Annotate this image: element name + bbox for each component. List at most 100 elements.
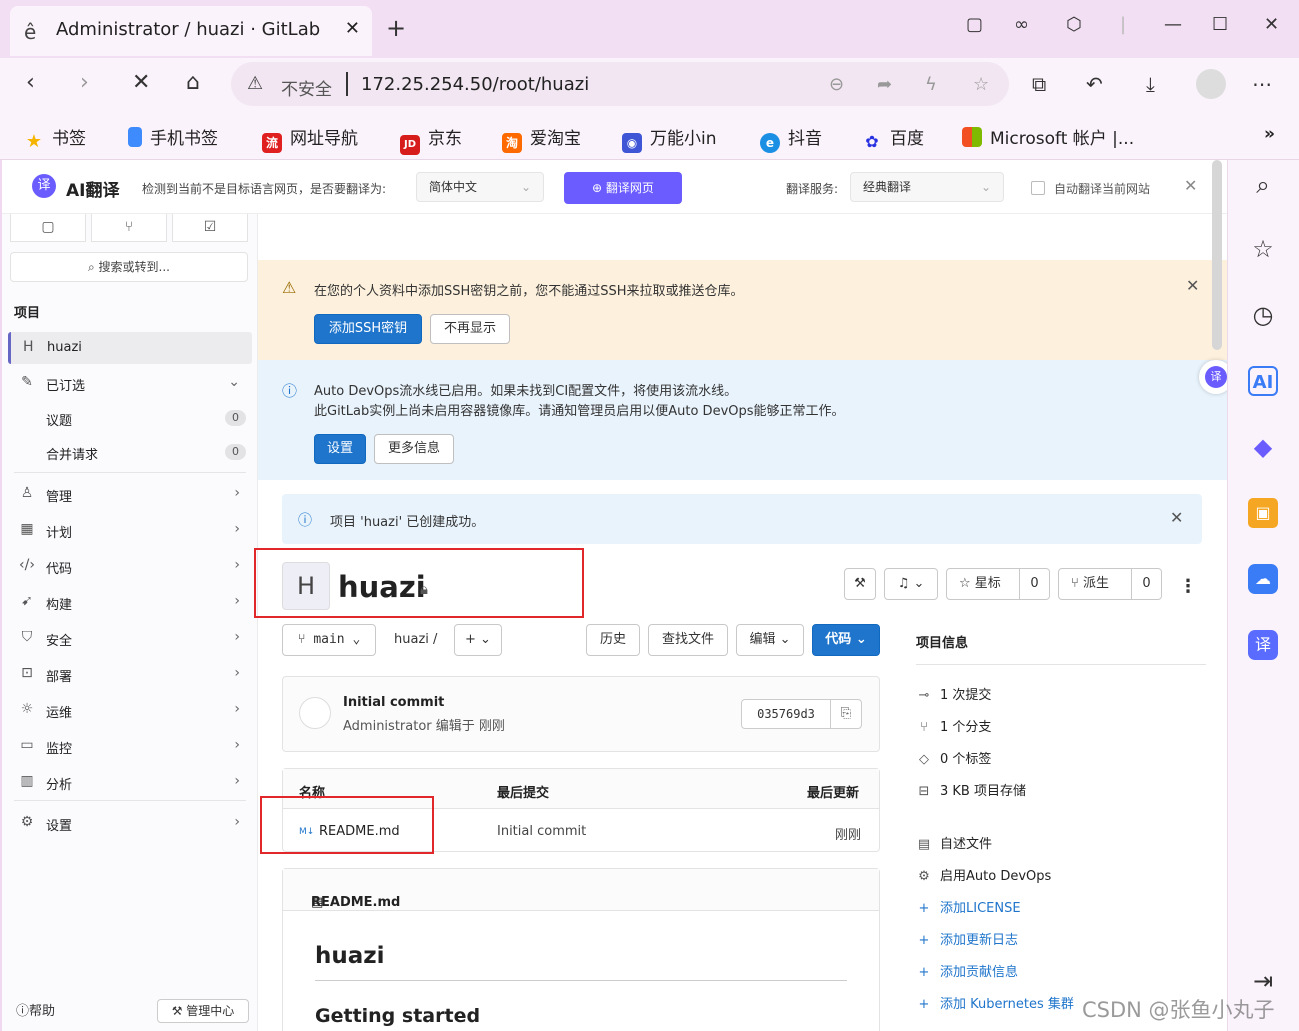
sidebar-item-pinned[interactable]: ✎ 已订选 ⌄ (2, 369, 258, 397)
commit-title[interactable]: Initial commit (343, 695, 444, 710)
settings-wrench-button[interactable]: ⚒ (844, 568, 876, 600)
bookmark-star-icon[interactable]: ☆ (973, 74, 989, 95)
undo-icon[interactable]: ↶ (1086, 72, 1103, 96)
service-select[interactable]: 经典翻译 ⌄ (850, 172, 1004, 202)
browser-tab[interactable]: ê Administrator / huazi · GitLab ✕ (10, 6, 372, 56)
add-license-link[interactable]: + 添加LICENSE (916, 897, 1021, 916)
favorites-star-icon[interactable]: ☆ (1248, 234, 1278, 264)
sidebar-item-manage[interactable]: ♙ 管理 › (2, 480, 258, 508)
todo-shortcut-icon[interactable]: ☑ (172, 214, 248, 242)
address-bar[interactable]: ⚠ 不安全 172.25.254.50/root/huazi ⊖ ➦ ϟ ☆ (231, 62, 1009, 106)
admin-area-button[interactable]: ⚒ 管理中心 (157, 999, 249, 1023)
history-clock-icon[interactable]: ◷ (1248, 300, 1278, 330)
sidebar-item-merge-requests[interactable]: 合并请求 0 (2, 438, 258, 466)
code-button[interactable]: 代码 ⌄ (812, 624, 880, 656)
history-button[interactable]: 历史 (586, 624, 640, 656)
commits-stat[interactable]: ⊸ 1 次提交 (916, 684, 992, 703)
dont-show-again-button[interactable]: 不再显示 (430, 314, 510, 344)
search-icon[interactable]: ⌕ (1248, 170, 1278, 200)
toolbox-icon[interactable]: ▣ (1248, 498, 1278, 528)
sidebar-item-secure[interactable]: ⛉ 安全 › (2, 624, 258, 652)
storage-stat[interactable]: ⊟ 3 KB 项目存储 (916, 780, 1026, 799)
add-changelog-link[interactable]: + 添加更新日志 (916, 929, 1018, 948)
zoom-icon[interactable]: ⊖ (829, 74, 844, 95)
bookmark-item[interactable]: ★ 书签 (24, 124, 86, 152)
translate-icon[interactable]: 译 (1248, 630, 1278, 660)
devops-settings-button[interactable]: 设置 (314, 434, 366, 464)
extension-icon[interactable]: ⧉ (1032, 72, 1046, 96)
sidebar-item-issues[interactable]: 议题 0 (2, 404, 258, 432)
home-icon[interactable]: ⌂ (186, 70, 200, 95)
extensions-icon[interactable]: ⬡ (1066, 14, 1082, 35)
add-ssh-key-button[interactable]: 添加SSH密钥 (314, 314, 422, 344)
copy-icon[interactable]: ⎘ (830, 699, 862, 729)
close-window-icon[interactable]: ✕ (1264, 14, 1279, 35)
new-tab-icon[interactable]: + (386, 14, 406, 42)
auto-translate-checkbox[interactable] (1031, 181, 1045, 195)
issues-shortcut-icon[interactable]: ▢ (10, 214, 86, 242)
commit-sha[interactable]: 035769d3 (741, 699, 831, 729)
edit-button[interactable]: 编辑 ⌄ (736, 624, 804, 656)
close-icon[interactable]: ✕ (1170, 508, 1183, 527)
close-icon[interactable]: ✕ (1186, 276, 1199, 295)
translate-page-button[interactable]: ⊕ 翻译网页 (564, 172, 682, 204)
enable-auto-devops-link[interactable]: ⚙ 启用Auto DevOps (916, 865, 1051, 884)
find-file-button[interactable]: 查找文件 (648, 624, 728, 656)
scrollbar[interactable] (1212, 160, 1222, 350)
sidebar-item-analyze[interactable]: ▥ 分析 › (2, 768, 258, 796)
more-bookmarks-icon[interactable]: » (1264, 124, 1275, 144)
close-tab-icon[interactable]: ✕ (345, 18, 360, 39)
fork-button[interactable]: ⑂ 派生 0 (1058, 568, 1162, 600)
game-controller-icon[interactable]: ◆ (1248, 432, 1278, 462)
bookmark-item[interactable]: Microsoft 帐户 |... (962, 124, 1134, 149)
sidebar-item-settings[interactable]: ⚙ 设置 › (2, 809, 258, 837)
notification-button[interactable]: ♫ ⌄ (884, 568, 938, 600)
ai-icon[interactable]: AI (1248, 366, 1278, 396)
avatar[interactable] (1196, 69, 1226, 99)
merge-requests-shortcut-icon[interactable]: ⑂ (91, 214, 167, 242)
bookmark-item[interactable]: e 抖音 (760, 124, 822, 153)
bookmark-item[interactable]: 流网址导航 (262, 124, 358, 153)
sidebar-item-plan[interactable]: ▦ 计划 › (2, 516, 258, 544)
help-link[interactable]: ⓘ帮助 (16, 1000, 55, 1019)
add-contributing-link[interactable]: + 添加贡献信息 (916, 961, 1018, 980)
translate-float-button[interactable]: 译 (1199, 360, 1227, 394)
add-file-button[interactable]: + ⌄ (454, 624, 502, 656)
sidebar-item-operate[interactable]: ☼ 运维 › (2, 696, 258, 724)
sidebar-item-deploy[interactable]: ⊡ 部署 › (2, 660, 258, 688)
download-icon[interactable]: ⤓ (1146, 72, 1155, 96)
star-button[interactable]: ☆ 星标 0 (946, 568, 1050, 600)
stop-icon[interactable]: ✕ (132, 70, 150, 95)
more-info-button[interactable]: 更多信息 (374, 434, 454, 464)
forward-icon[interactable]: › (80, 70, 89, 95)
branches-stat[interactable]: ⑂ 1 个分支 (916, 716, 991, 735)
bookmark-item[interactable]: JD 京东 (400, 124, 462, 155)
more-menu-icon[interactable]: ⋯ (1252, 72, 1272, 96)
sidebar-item-monitor[interactable]: ▭ 监控 › (2, 732, 258, 760)
close-icon[interactable]: ✕ (1184, 176, 1197, 195)
lightning-icon[interactable]: ϟ (925, 74, 937, 95)
sidebar-item-code[interactable]: ‹/› 代码 › (2, 552, 258, 580)
file-commit[interactable]: Initial commit (497, 824, 586, 839)
minimize-icon[interactable]: — (1164, 14, 1182, 35)
bookmark-item[interactable]: 手机书签 (128, 124, 218, 149)
share-icon[interactable]: ➦ (877, 74, 892, 95)
bookmark-item[interactable]: 淘爱淘宝 (502, 124, 581, 153)
tags-stat[interactable]: ◇ 0 个标签 (916, 748, 991, 767)
sidebar-item-project[interactable]: H huazi (8, 332, 252, 364)
maximize-icon[interactable]: ☐ (1212, 14, 1228, 35)
url-text[interactable]: 172.25.254.50/root/huazi (361, 74, 589, 95)
tab-count-icon[interactable]: ▢ (966, 14, 983, 35)
incognito-icon[interactable]: ∞ (1014, 14, 1029, 35)
collapse-sidebar-icon[interactable]: ⇥ (1248, 966, 1278, 996)
sidebar-item-build[interactable]: ➹ 构建 › (2, 588, 258, 616)
target-language-select[interactable]: 简体中文 ⌄ (416, 172, 544, 202)
branch-selector[interactable]: ⑂ main ⌄ (282, 624, 376, 656)
bookmark-item[interactable]: ◉ 万能小in (622, 124, 717, 153)
bookmark-item[interactable]: ✿ 百度 (862, 124, 924, 152)
add-kubernetes-link[interactable]: + 添加 Kubernetes 集群 (916, 993, 1074, 1012)
search-input[interactable]: ⌕ 搜索或转到... (10, 252, 248, 282)
cloud-icon[interactable]: ☁ (1248, 564, 1278, 594)
readme-link[interactable]: ▤ 自述文件 (916, 833, 992, 852)
more-actions-icon[interactable]: ⋮ (1179, 576, 1197, 597)
